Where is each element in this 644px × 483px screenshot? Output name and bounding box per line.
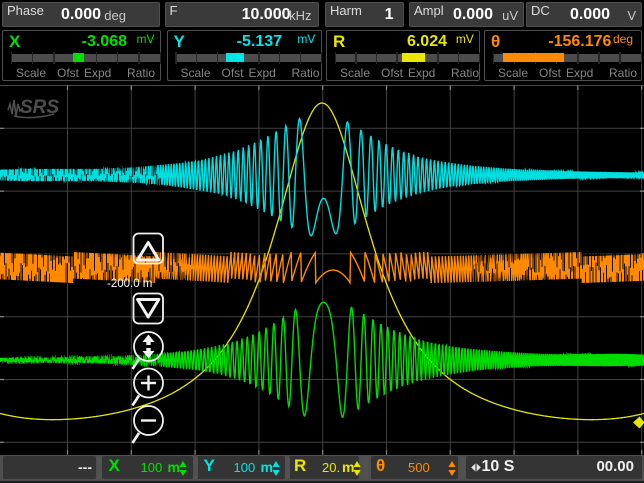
- svg-text:SRS: SRS: [20, 97, 59, 118]
- svg-text:-200.0 m: -200.0 m: [107, 278, 152, 290]
